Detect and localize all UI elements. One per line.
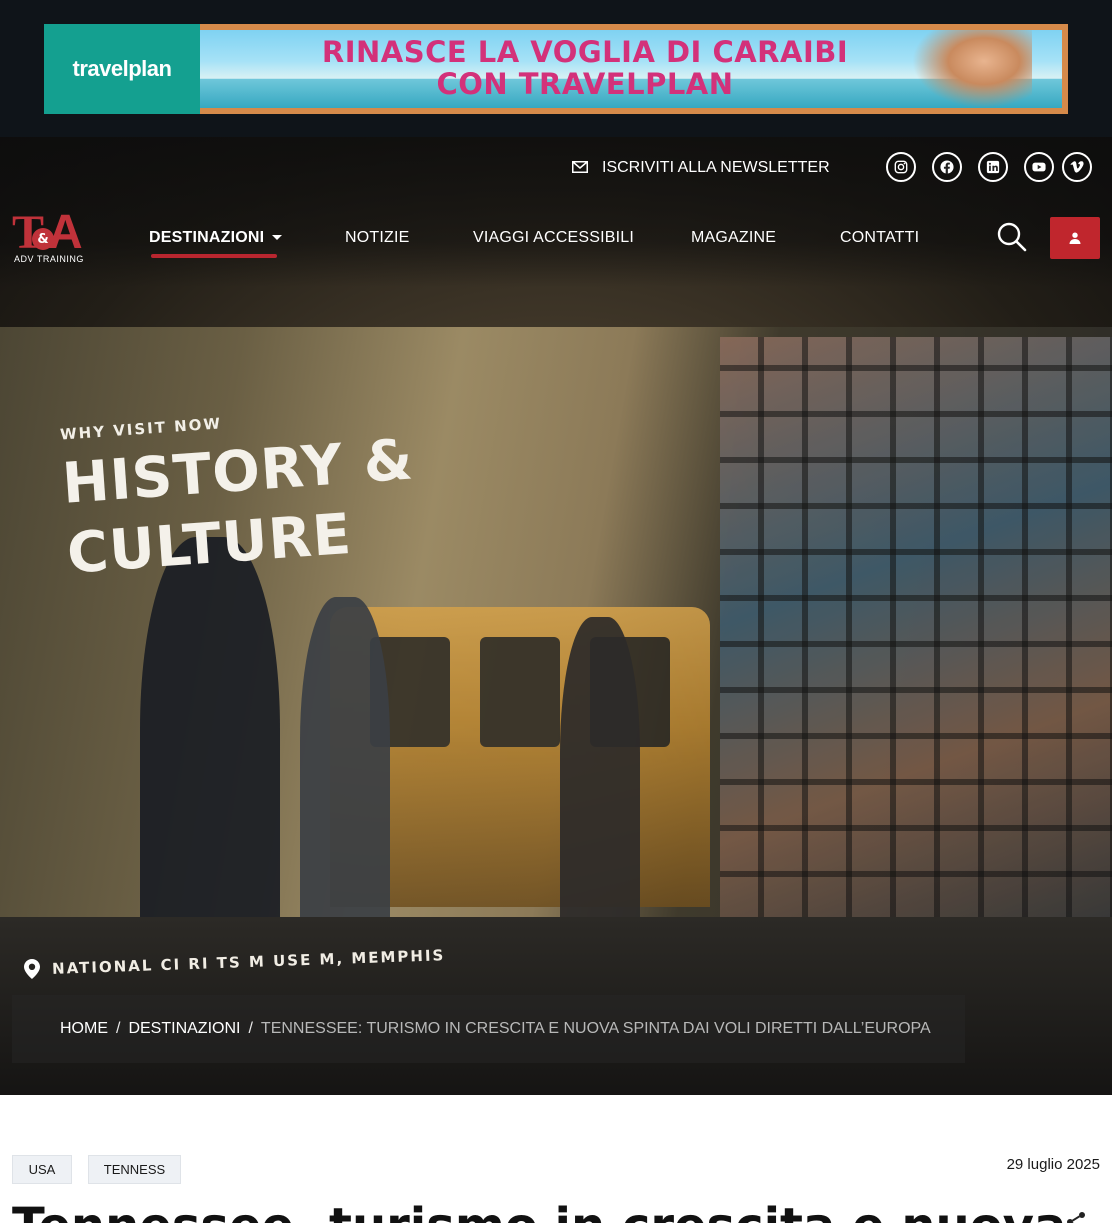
tag-usa[interactable]: USA bbox=[12, 1155, 72, 1184]
nav-item-destinazioni[interactable]: DESTINAZIONI bbox=[149, 229, 283, 247]
ad-headline: RINASCE LA VOGLIA DI CARAIBI CON TRAVELP… bbox=[200, 36, 970, 100]
nav-active-indicator bbox=[151, 254, 277, 258]
nav-item-magazine[interactable]: MAGAZINE bbox=[691, 229, 776, 247]
site-logo[interactable]: T A & ADV TRAINING bbox=[12, 208, 92, 266]
search-button[interactable] bbox=[996, 221, 1030, 255]
user-icon bbox=[1069, 229, 1081, 248]
youtube-icon[interactable] bbox=[1024, 152, 1054, 182]
nav-item-label: DESTINAZIONI bbox=[149, 229, 265, 246]
nav-item-viaggi-accessibili[interactable]: VIAGGI ACCESSIBILI bbox=[473, 229, 634, 247]
breadcrumb-home[interactable]: HOME bbox=[60, 1020, 108, 1038]
ad-image: RINASCE LA VOGLIA DI CARAIBI CON TRAVELP… bbox=[200, 30, 1062, 108]
facebook-icon[interactable] bbox=[932, 152, 962, 182]
share-button[interactable] bbox=[1064, 1210, 1088, 1223]
account-button[interactable] bbox=[1050, 217, 1100, 259]
newsletter-label: ISCRIVITI ALLA NEWSLETTER bbox=[602, 159, 830, 176]
hero-person-figure bbox=[560, 617, 640, 957]
hero-statue-figure bbox=[300, 597, 390, 957]
ad-brand-logo: travelplan bbox=[44, 24, 200, 114]
breadcrumb-separator: / bbox=[116, 1020, 121, 1037]
chevron-down-icon bbox=[272, 235, 283, 241]
ad-brand-name: travelplan bbox=[72, 56, 172, 81]
tag-tennessee[interactable]: TENNESS bbox=[88, 1155, 181, 1184]
breadcrumb-separator: / bbox=[248, 1020, 253, 1037]
location-pin-icon bbox=[24, 959, 40, 984]
logo-subtitle: ADV TRAINING bbox=[14, 254, 84, 264]
mail-icon bbox=[572, 160, 588, 177]
newsletter-link[interactable]: ISCRIVITI ALLA NEWSLETTER bbox=[572, 159, 830, 177]
breadcrumb-destinazioni[interactable]: DESTINAZIONI bbox=[128, 1020, 240, 1038]
logo-ampersand: & bbox=[32, 228, 54, 250]
share-icon bbox=[1064, 1212, 1088, 1223]
hero-headline: HISTORY & CULTURE bbox=[60, 425, 421, 589]
linkedin-icon[interactable] bbox=[978, 152, 1008, 182]
vimeo-icon[interactable] bbox=[1062, 152, 1092, 182]
breadcrumb: HOME / DESTINAZIONI / TENNESSEE: TURISMO… bbox=[12, 995, 965, 1063]
ad-banner[interactable]: travelplan RINASCE LA VOGLIA DI CARAIBI … bbox=[44, 24, 1068, 114]
hero-bus-window bbox=[480, 637, 560, 747]
article-date: 29 luglio 2025 bbox=[1006, 1156, 1100, 1173]
breadcrumb-current: TENNESSEE: TURISMO IN CRESCITA E NUOVA S… bbox=[260, 1020, 931, 1037]
search-icon bbox=[996, 222, 1028, 257]
article-title: Tennessee, turismo in crescita e nuova bbox=[12, 1198, 1066, 1223]
ad-strip: travelplan RINASCE LA VOGLIA DI CARAIBI … bbox=[0, 0, 1112, 137]
logo-letter-a: A bbox=[48, 206, 83, 259]
nav-item-contatti[interactable]: CONTATTI bbox=[840, 229, 919, 247]
instagram-icon[interactable] bbox=[886, 152, 916, 182]
nav-item-notizie[interactable]: NOTIZIE bbox=[345, 229, 410, 247]
ad-headline-line2: CON TRAVELPLAN bbox=[436, 67, 734, 101]
hero-record-wall bbox=[720, 337, 1112, 917]
ad-headline-line1: RINASCE LA VOGLIA DI CARAIBI bbox=[321, 35, 849, 69]
